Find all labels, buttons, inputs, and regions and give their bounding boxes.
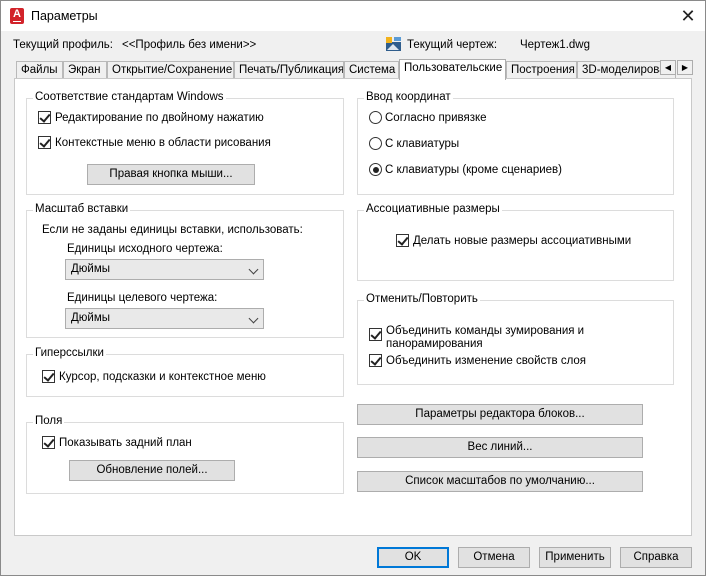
coord-running-osnap-radio[interactable] <box>369 111 382 124</box>
undo-redo-title: Отменить/Повторить <box>364 293 480 305</box>
hyperlink-cursor-checkbox[interactable] <box>42 370 55 383</box>
target-units-value: Дюймы <box>71 312 111 324</box>
combine-zoom-pan-label: Объединить команды зумирования и панорам… <box>386 325 585 350</box>
coord-option-running-osnap[interactable]: Согласно привязке <box>369 111 487 125</box>
coordinate-input-group: Ввод координат Согласно привязке С клави… <box>357 91 674 195</box>
context-menus-checkbox[interactable] <box>38 136 51 149</box>
tab-scroll-right-icon[interactable]: ▶ <box>677 60 693 75</box>
title-bar: A Параметры ✕ <box>1 1 705 31</box>
undo-redo-group: Отменить/Повторить Объединить команды зу… <box>357 293 674 385</box>
coord-option-keyboard[interactable]: С клавиатуры <box>369 137 459 151</box>
new-associative-dims-label: Делать новые размеры ассоциативными <box>413 235 632 247</box>
help-button[interactable]: Справка <box>620 547 692 568</box>
coord-option-keyboard-except-scripts[interactable]: С клавиатуры (кроме сценариев) <box>369 163 562 177</box>
double-click-edit-option[interactable]: Редактирование по двойному нажатию <box>38 111 264 125</box>
new-associative-dims-checkbox[interactable] <box>396 234 409 247</box>
coord-keyboard-except-scripts-label: С клавиатуры (кроме сценариев) <box>385 164 562 176</box>
source-units-select[interactable]: Дюймы <box>65 259 264 280</box>
drawing-file-icon <box>386 37 401 51</box>
user-preferences-panel: Соответствие стандартам Windows Редактир… <box>14 78 692 536</box>
default-scale-list-button[interactable]: Список масштабов по умолчанию... <box>357 471 643 492</box>
tab-files[interactable]: Файлы <box>16 61 63 79</box>
windows-standards-title: Соответствие стандартам Windows <box>33 91 226 103</box>
associative-dims-group: Ассоциативные размеры Делать новые разме… <box>357 203 674 281</box>
current-drawing-value: Чертеж1.dwg <box>520 39 590 51</box>
block-editor-settings-button[interactable]: Параметры редактора блоков... <box>357 404 643 425</box>
hyperlinks-group: Гиперссылки Курсор, подсказки и контекст… <box>26 347 344 397</box>
current-drawing-label: Текущий чертеж: <box>407 39 498 51</box>
close-icon[interactable]: ✕ <box>671 1 705 31</box>
combine-layer-props-checkbox[interactable] <box>369 354 382 367</box>
window-title: Параметры <box>31 9 98 23</box>
show-background-label: Показывать задний план <box>59 437 192 449</box>
tab-scroll-left-icon[interactable]: ◀ <box>660 60 676 75</box>
chevron-down-icon <box>248 264 259 275</box>
tab-open-save[interactable]: Открытие/Сохранение <box>107 61 234 79</box>
insertion-scale-group: Масштаб вставки Если не заданы единицы в… <box>26 203 344 338</box>
context-menus-option[interactable]: Контекстные меню в области рисования <box>38 136 271 150</box>
current-profile-label: Текущий профиль: <box>13 39 113 51</box>
fields-title: Поля <box>33 415 65 427</box>
options-dialog: A Параметры ✕ Текущий профиль: <<Профиль… <box>0 0 706 576</box>
coord-keyboard-radio[interactable] <box>369 137 382 150</box>
source-units-value: Дюймы <box>71 263 111 275</box>
right-click-customization-button[interactable]: Правая кнопка мыши... <box>87 164 255 185</box>
fields-group: Поля Показывать задний план Обновление п… <box>26 415 344 494</box>
tab-plot-publish[interactable]: Печать/Публикация <box>234 61 344 79</box>
target-units-select[interactable]: Дюймы <box>65 308 264 329</box>
autocad-app-icon: A <box>10 8 24 24</box>
combine-layer-props-option[interactable]: Объединить изменение свойств слоя <box>369 354 586 368</box>
coord-running-osnap-label: Согласно привязке <box>385 112 487 124</box>
coord-keyboard-label: С клавиатуры <box>385 138 460 150</box>
cancel-button[interactable]: Отмена <box>458 547 530 568</box>
apply-button[interactable]: Применить <box>539 547 611 568</box>
insertion-scale-description: Если не заданы единицы вставки, использо… <box>42 224 303 236</box>
tab-strip: Файлы Экран Открытие/Сохранение Печать/П… <box>16 59 676 80</box>
combine-layer-props-label: Объединить изменение свойств слоя <box>386 355 587 367</box>
hyperlink-cursor-option[interactable]: Курсор, подсказки и контекстное меню <box>42 370 266 384</box>
tab-display[interactable]: Экран <box>63 61 107 79</box>
lineweight-settings-button[interactable]: Вес линий... <box>357 437 643 458</box>
show-background-checkbox[interactable] <box>42 436 55 449</box>
combine-zoom-pan-option[interactable]: Объединить команды зумирования и панорам… <box>369 325 616 353</box>
double-click-edit-label: Редактирование по двойному нажатию <box>55 112 264 124</box>
new-associative-dims-option[interactable]: Делать новые размеры ассоциативными <box>396 234 631 248</box>
hyperlink-cursor-label: Курсор, подсказки и контекстное меню <box>59 371 266 383</box>
tab-system[interactable]: Система <box>344 61 399 79</box>
target-units-label: Единицы целевого чертежа: <box>67 292 218 304</box>
context-menus-label: Контекстные меню в области рисования <box>55 137 271 149</box>
tab-user-preferences[interactable]: Пользовательские <box>399 59 506 80</box>
windows-standards-group: Соответствие стандартам Windows Редактир… <box>26 91 344 195</box>
associative-dims-title: Ассоциативные размеры <box>364 203 502 215</box>
chevron-down-icon <box>248 313 259 324</box>
double-click-edit-checkbox[interactable] <box>38 111 51 124</box>
tab-drafting[interactable]: Построения <box>506 61 577 79</box>
ok-button[interactable]: OK <box>377 547 449 568</box>
field-update-settings-button[interactable]: Обновление полей... <box>69 460 235 481</box>
current-profile-value: <<Профиль без имени>> <box>122 39 257 51</box>
insertion-scale-title: Масштаб вставки <box>33 203 131 215</box>
coord-keyboard-except-scripts-radio[interactable] <box>369 163 382 176</box>
combine-zoom-pan-checkbox[interactable] <box>369 328 382 341</box>
coordinate-input-title: Ввод координат <box>364 91 453 103</box>
show-background-option[interactable]: Показывать задний план <box>42 436 192 450</box>
hyperlinks-title: Гиперссылки <box>33 347 106 359</box>
source-units-label: Единицы исходного чертежа: <box>67 243 223 255</box>
